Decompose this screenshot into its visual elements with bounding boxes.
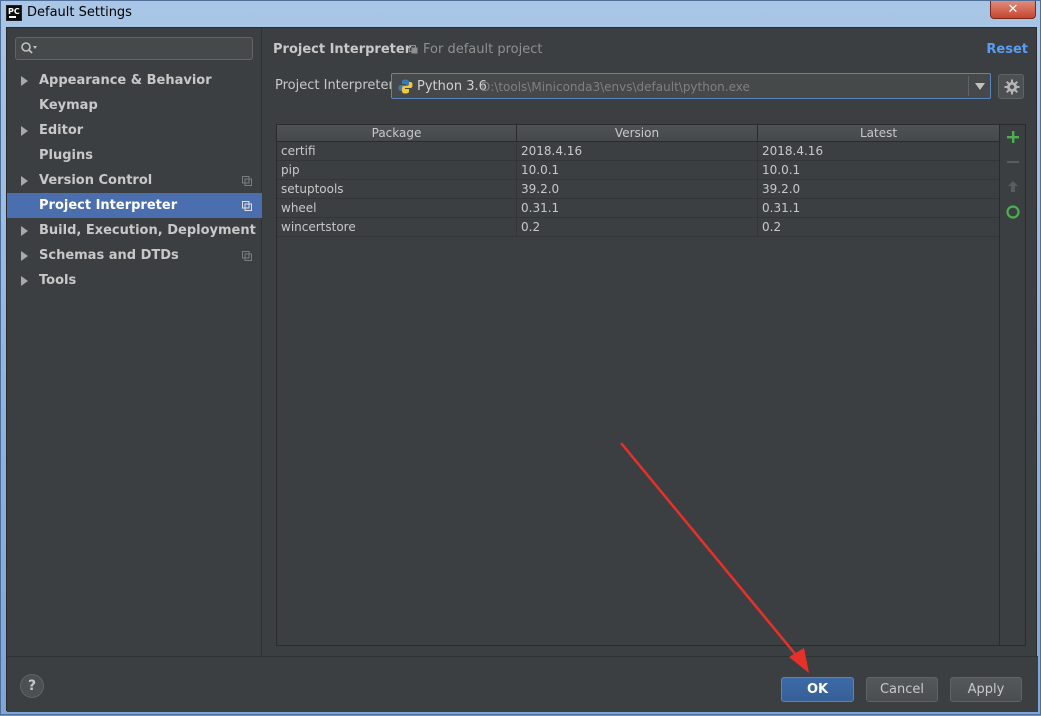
table-row[interactable]: wincertstore 0.2 0.2 — [277, 218, 999, 237]
copy-icon — [242, 176, 252, 186]
column-header-version[interactable]: Version — [517, 125, 758, 142]
expand-arrow-icon[interactable] — [21, 251, 28, 261]
sidebar-item-label: Plugins — [39, 148, 93, 163]
sidebar-item-editor[interactable]: Editor — [7, 118, 262, 143]
sidebar-item-label: Editor — [39, 123, 84, 138]
help-button[interactable]: ? — [20, 674, 44, 698]
latest-version-cell: 2018.4.16 — [758, 142, 999, 161]
add-package-button[interactable] — [1005, 129, 1021, 145]
packages-table: Package Version Latest certifi 2018.4.16 2… — [276, 124, 1026, 646]
title-bar[interactable]: PC Default Settings ✕ — [1, 1, 1040, 27]
sidebar-item-label: Project Interpreter — [39, 198, 178, 213]
package-name-cell: wincertstore — [277, 218, 517, 237]
expand-arrow-icon[interactable] — [21, 76, 28, 86]
table-row[interactable]: pip 10.0.1 10.0.1 — [277, 161, 999, 180]
ok-button[interactable]: OK — [781, 677, 854, 702]
table-body: certifi 2018.4.16 2018.4.16 pip 10.0.1 10.0.1… — [277, 142, 999, 237]
sidebar-item-label: Schemas and DTDs — [39, 248, 179, 263]
table-header: Package Version Latest — [277, 125, 999, 142]
expand-arrow-icon[interactable] — [21, 276, 28, 286]
version-cell: 0.2 — [517, 218, 758, 237]
interpreter-version: Python 3.6 — [417, 79, 487, 94]
interpreter-dropdown[interactable]: Python 3.6 D:\tools\Miniconda3\envs\defa… — [391, 73, 991, 99]
sidebar-item-build-execution-deployment[interactable]: Build, Execution, Deployment — [7, 218, 262, 243]
version-cell: 39.2.0 — [517, 180, 758, 199]
close-button[interactable]: ✕ — [990, 1, 1036, 19]
interpreter-settings-button[interactable] — [998, 74, 1024, 99]
dialog-body: Appearance & Behavior Keymap Editor Plugins… — [6, 27, 1038, 712]
window-title: Default Settings — [27, 5, 132, 20]
package-name-cell: certifi — [277, 142, 517, 161]
package-name-cell: wheel — [277, 199, 517, 218]
sidebar-item-plugins[interactable]: Plugins — [7, 143, 262, 168]
remove-package-button[interactable] — [1005, 154, 1021, 170]
sidebar-item-label: Build, Execution, Deployment — [39, 223, 256, 238]
interpreter-path: D:\tools\Miniconda3\envs\default\python.… — [481, 80, 750, 94]
chevron-down-icon[interactable] — [975, 83, 985, 90]
latest-version-cell: 39.2.0 — [758, 180, 999, 199]
latest-version-cell: 0.2 — [758, 218, 999, 237]
table-row[interactable]: wheel 0.31.1 0.31.1 — [277, 199, 999, 218]
search-icon — [21, 42, 37, 54]
latest-version-cell: 10.0.1 — [758, 161, 999, 180]
sidebar-item-tools[interactable]: Tools — [7, 268, 262, 293]
settings-window: PC Default Settings ✕ Appearance & Behav… — [0, 0, 1041, 715]
version-cell: 10.0.1 — [517, 161, 758, 180]
page-title: Project Interpreter — [273, 42, 412, 57]
copy-icon — [409, 45, 418, 54]
sidebar-item-schemas-and-dtds[interactable]: Schemas and DTDs — [7, 243, 262, 268]
expand-arrow-icon[interactable] — [21, 126, 28, 136]
show-early-releases-button[interactable] — [1005, 204, 1021, 220]
sidebar-item-label: Appearance & Behavior — [39, 73, 212, 88]
sidebar-item-label: Version Control — [39, 173, 153, 188]
version-cell: 0.31.1 — [517, 199, 758, 218]
interpreter-label: Project Interpreter: — [275, 78, 399, 93]
column-header-package[interactable]: Package — [277, 125, 517, 142]
sidebar-item-label: Tools — [39, 273, 77, 288]
upgrade-package-button[interactable] — [1005, 179, 1021, 195]
expand-arrow-icon[interactable] — [21, 176, 28, 186]
copy-icon — [242, 201, 252, 211]
python-icon — [398, 79, 413, 94]
sidebar-item-project-interpreter[interactable]: Project Interpreter — [7, 193, 262, 218]
latest-version-cell: 0.31.1 — [758, 199, 999, 218]
reset-link[interactable]: Reset — [986, 42, 1028, 57]
table-row[interactable]: setuptools 39.2.0 39.2.0 — [277, 180, 999, 199]
table-row[interactable]: certifi 2018.4.16 2018.4.16 — [277, 142, 999, 161]
sidebar-item-keymap[interactable]: Keymap — [7, 93, 262, 118]
version-cell: 2018.4.16 — [517, 142, 758, 161]
sidebar-item-label: Keymap — [39, 98, 98, 113]
settings-sidebar: Appearance & Behavior Keymap Editor Plugins… — [7, 28, 262, 656]
apply-button[interactable]: Apply — [950, 677, 1022, 702]
packages-table-area: Package Version Latest certifi 2018.4.16 2… — [277, 125, 999, 645]
settings-tree: Appearance & Behavior Keymap Editor Plugins… — [7, 68, 262, 293]
cancel-button[interactable]: Cancel — [866, 677, 938, 702]
sidebar-item-appearance-behavior[interactable]: Appearance & Behavior — [7, 68, 262, 93]
expand-arrow-icon[interactable] — [21, 226, 28, 236]
copy-icon — [242, 251, 252, 261]
gear-icon — [1004, 79, 1020, 95]
package-name-cell: setuptools — [277, 180, 517, 199]
package-name-cell: pip — [277, 161, 517, 180]
sidebar-item-version-control[interactable]: Version Control — [7, 168, 262, 193]
package-toolbar — [999, 125, 1025, 645]
search-input[interactable] — [15, 37, 253, 60]
column-header-latest[interactable]: Latest — [758, 125, 999, 142]
main-panel: Project Interpreter For default project … — [263, 28, 1038, 656]
dialog-button-bar: ? OK Cancel Apply — [7, 656, 1038, 712]
pycharm-app-icon: PC — [6, 5, 22, 21]
scope-label: For default project — [409, 42, 542, 57]
